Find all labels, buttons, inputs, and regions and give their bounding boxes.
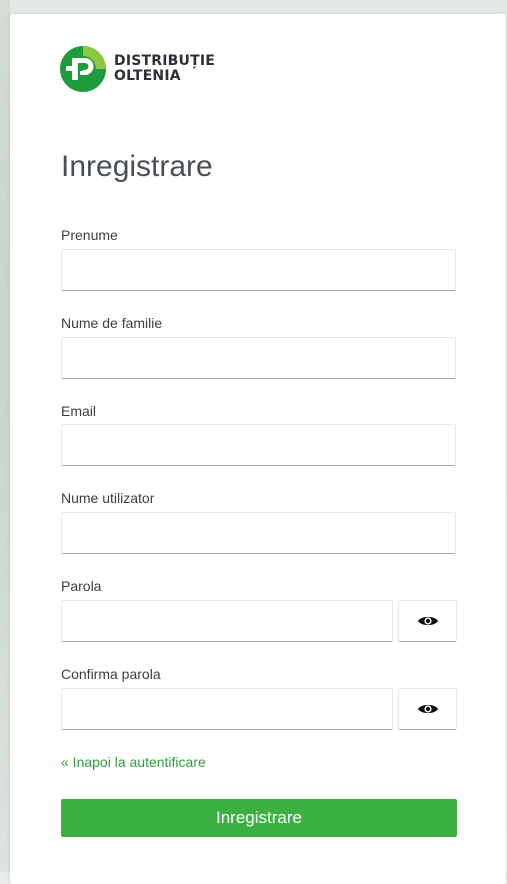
username-input[interactable] xyxy=(61,512,456,554)
register-button[interactable]: Inregistrare xyxy=(61,799,457,837)
brand-name: DISTRIBUȚIE OLTENIA xyxy=(114,54,215,84)
brand-logo: DISTRIBUȚIE OLTENIA xyxy=(58,44,215,94)
email-input[interactable] xyxy=(61,424,456,466)
last-name-label: Nume de familie xyxy=(61,315,163,331)
last-name-input[interactable] xyxy=(61,337,456,379)
password-visibility-toggle[interactable] xyxy=(398,600,457,642)
first-name-input[interactable] xyxy=(61,249,456,291)
confirm-password-visibility-toggle[interactable] xyxy=(398,688,457,730)
password-input[interactable] xyxy=(61,600,393,642)
eye-icon xyxy=(417,704,438,714)
brand-name-line2: OLTENIA xyxy=(114,68,181,84)
brand-name-line1: DISTRIBUȚIE xyxy=(114,53,216,69)
confirm-password-input[interactable] xyxy=(61,688,393,730)
distributie-oltenia-logo-icon xyxy=(60,46,106,92)
back-to-login-link[interactable]: « Inapoi la autentificare xyxy=(61,754,206,770)
page-title: Inregistrare xyxy=(61,150,213,183)
first-name-label: Prenume xyxy=(61,227,118,243)
email-label: Email xyxy=(61,403,97,419)
background-edge xyxy=(0,0,10,872)
username-label: Nume utilizator xyxy=(61,490,155,506)
eye-icon xyxy=(417,616,438,626)
confirm-password-label: Confirma parola xyxy=(61,666,161,682)
password-label: Parola xyxy=(61,578,102,594)
